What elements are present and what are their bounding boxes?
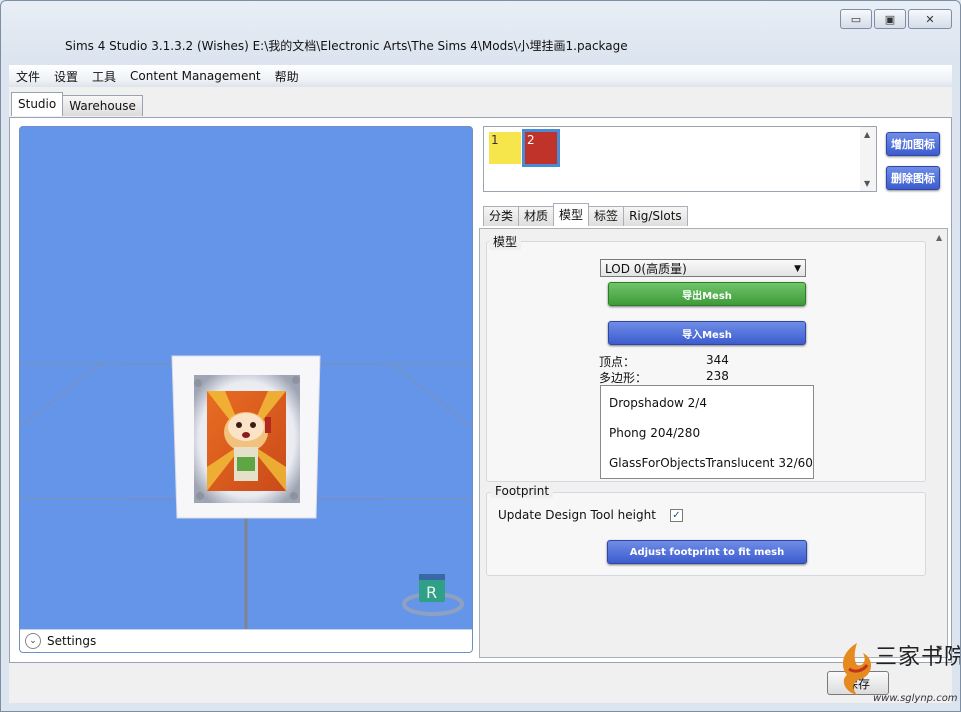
tab-warehouse[interactable]: Warehouse [62, 95, 143, 116]
rotation-marker[interactable]: R [402, 574, 464, 616]
menu-bar: 文件 设置 工具 Content Management 帮助 [9, 65, 952, 87]
settings-label: Settings [47, 634, 97, 648]
tab-category[interactable]: 分类 [483, 206, 520, 226]
model-pane-scrollbar[interactable]: ▲ ▼ [933, 229, 947, 657]
footprint-group: Footprint Update Design Tool height ✓ Ad… [486, 484, 926, 576]
shader-list[interactable]: Dropshadow 2/4 Phong 204/280 GlassForObj… [600, 385, 814, 479]
title-bar: Sims 4 Studio 3.1.3.2 (Wishes) E:\我的文档\E… [1, 1, 960, 63]
export-mesh-button[interactable]: 导出Mesh [608, 282, 806, 306]
adjust-footprint-button[interactable]: Adjust footprint to fit mesh [607, 540, 807, 564]
watermark-url: www.sglynp.com [873, 693, 958, 704]
shader-item[interactable]: Phong 204/280 [609, 426, 700, 440]
vertices-value: 344 [706, 353, 729, 367]
chevron-down-icon[interactable]: ⌄ [25, 633, 41, 649]
app-window: Sims 4 Studio 3.1.3.2 (Wishes) E:\我的文档\E… [0, 0, 961, 712]
window-controls: ▭ ▣ ✕ [840, 9, 952, 29]
lod-select[interactable]: LOD 0(高质量) ▼ [600, 259, 806, 277]
property-tabs: 分类 材质 模型 标签 Rig/Slots [483, 203, 688, 226]
scroll-down-icon[interactable]: ▼ [864, 179, 870, 188]
menu-tools[interactable]: 工具 [85, 68, 123, 85]
wall-frame-model [171, 355, 321, 519]
minimize-button[interactable]: ▭ [840, 9, 872, 29]
model-group: 模型 LOD 0(高质量) ▼ 导出Mesh 导入Mesh 顶点： 344 多边… [486, 233, 926, 482]
maximize-button[interactable]: ▣ [874, 9, 906, 29]
scroll-up-icon[interactable]: ▲ [936, 233, 942, 242]
update-design-tool-checkbox[interactable]: ✓ [670, 509, 683, 522]
studio-pane: R ⌄ Settings 1 2 ▲ ▼ 增加图标 删除图标 分类 材质 模型 … [9, 117, 952, 663]
r-marker-label: R [426, 583, 437, 602]
add-icon-button[interactable]: 增加图标 [886, 132, 940, 156]
client-area: Studio Warehouse R ⌄ Settings 1 2 ▲ ▼ 增加… [9, 87, 952, 703]
menu-file[interactable]: 文件 [9, 68, 47, 85]
footprint-group-label: Footprint [491, 484, 554, 498]
close-button[interactable]: ✕ [908, 9, 952, 29]
3d-viewport[interactable]: R ⌄ Settings [19, 126, 473, 653]
phoenix-logo-icon [842, 643, 872, 695]
update-design-tool-label: Update Design Tool height [498, 508, 656, 522]
tab-model[interactable]: 模型 [553, 203, 590, 226]
swatch-scrollbar[interactable]: ▲ ▼ [860, 127, 876, 191]
settings-expander[interactable]: ⌄ Settings [20, 629, 472, 652]
swatch-1-label: 1 [491, 133, 499, 147]
main-tabs: Studio Warehouse [11, 92, 143, 116]
menu-help[interactable]: 帮助 [268, 68, 306, 85]
watermark-text: 三家书院 [875, 645, 961, 670]
swatch-list: 1 2 ▲ ▼ [483, 126, 877, 192]
model-group-label: 模型 [489, 233, 522, 250]
lod-selected-value: LOD 0(高质量) [605, 262, 687, 276]
dropdown-arrow-icon: ▼ [794, 264, 801, 274]
window-title: Sims 4 Studio 3.1.3.2 (Wishes) E:\我的文档\E… [65, 39, 628, 53]
tab-tags[interactable]: 标签 [588, 206, 625, 226]
swatch-1[interactable]: 1 [489, 132, 521, 164]
shader-item[interactable]: Dropshadow 2/4 [609, 396, 707, 410]
tab-material[interactable]: 材质 [518, 206, 555, 226]
scroll-up-icon[interactable]: ▲ [864, 130, 870, 139]
tab-studio[interactable]: Studio [11, 92, 64, 116]
model-tab-pane: 模型 LOD 0(高质量) ▼ 导出Mesh 导入Mesh 顶点： 344 多边… [479, 228, 948, 658]
tab-rig-slots[interactable]: Rig/Slots [623, 206, 688, 226]
swatch-2[interactable]: 2 [522, 129, 560, 167]
remove-icon-button[interactable]: 删除图标 [886, 166, 940, 190]
polygons-label: 多边形： [599, 371, 648, 385]
swatch-2-label: 2 [527, 133, 535, 147]
vertices-label: 顶点： [599, 355, 636, 369]
polygons-value: 238 [706, 369, 729, 383]
site-watermark: 三家书院 www.sglynp.com [833, 637, 961, 711]
menu-settings[interactable]: 设置 [47, 68, 85, 85]
shader-item[interactable]: GlassForObjectsTranslucent 32/60 [609, 456, 813, 470]
menu-content-management[interactable]: Content Management [123, 69, 268, 83]
import-mesh-button[interactable]: 导入Mesh [608, 321, 806, 345]
viewport-scene: R [20, 355, 472, 652]
